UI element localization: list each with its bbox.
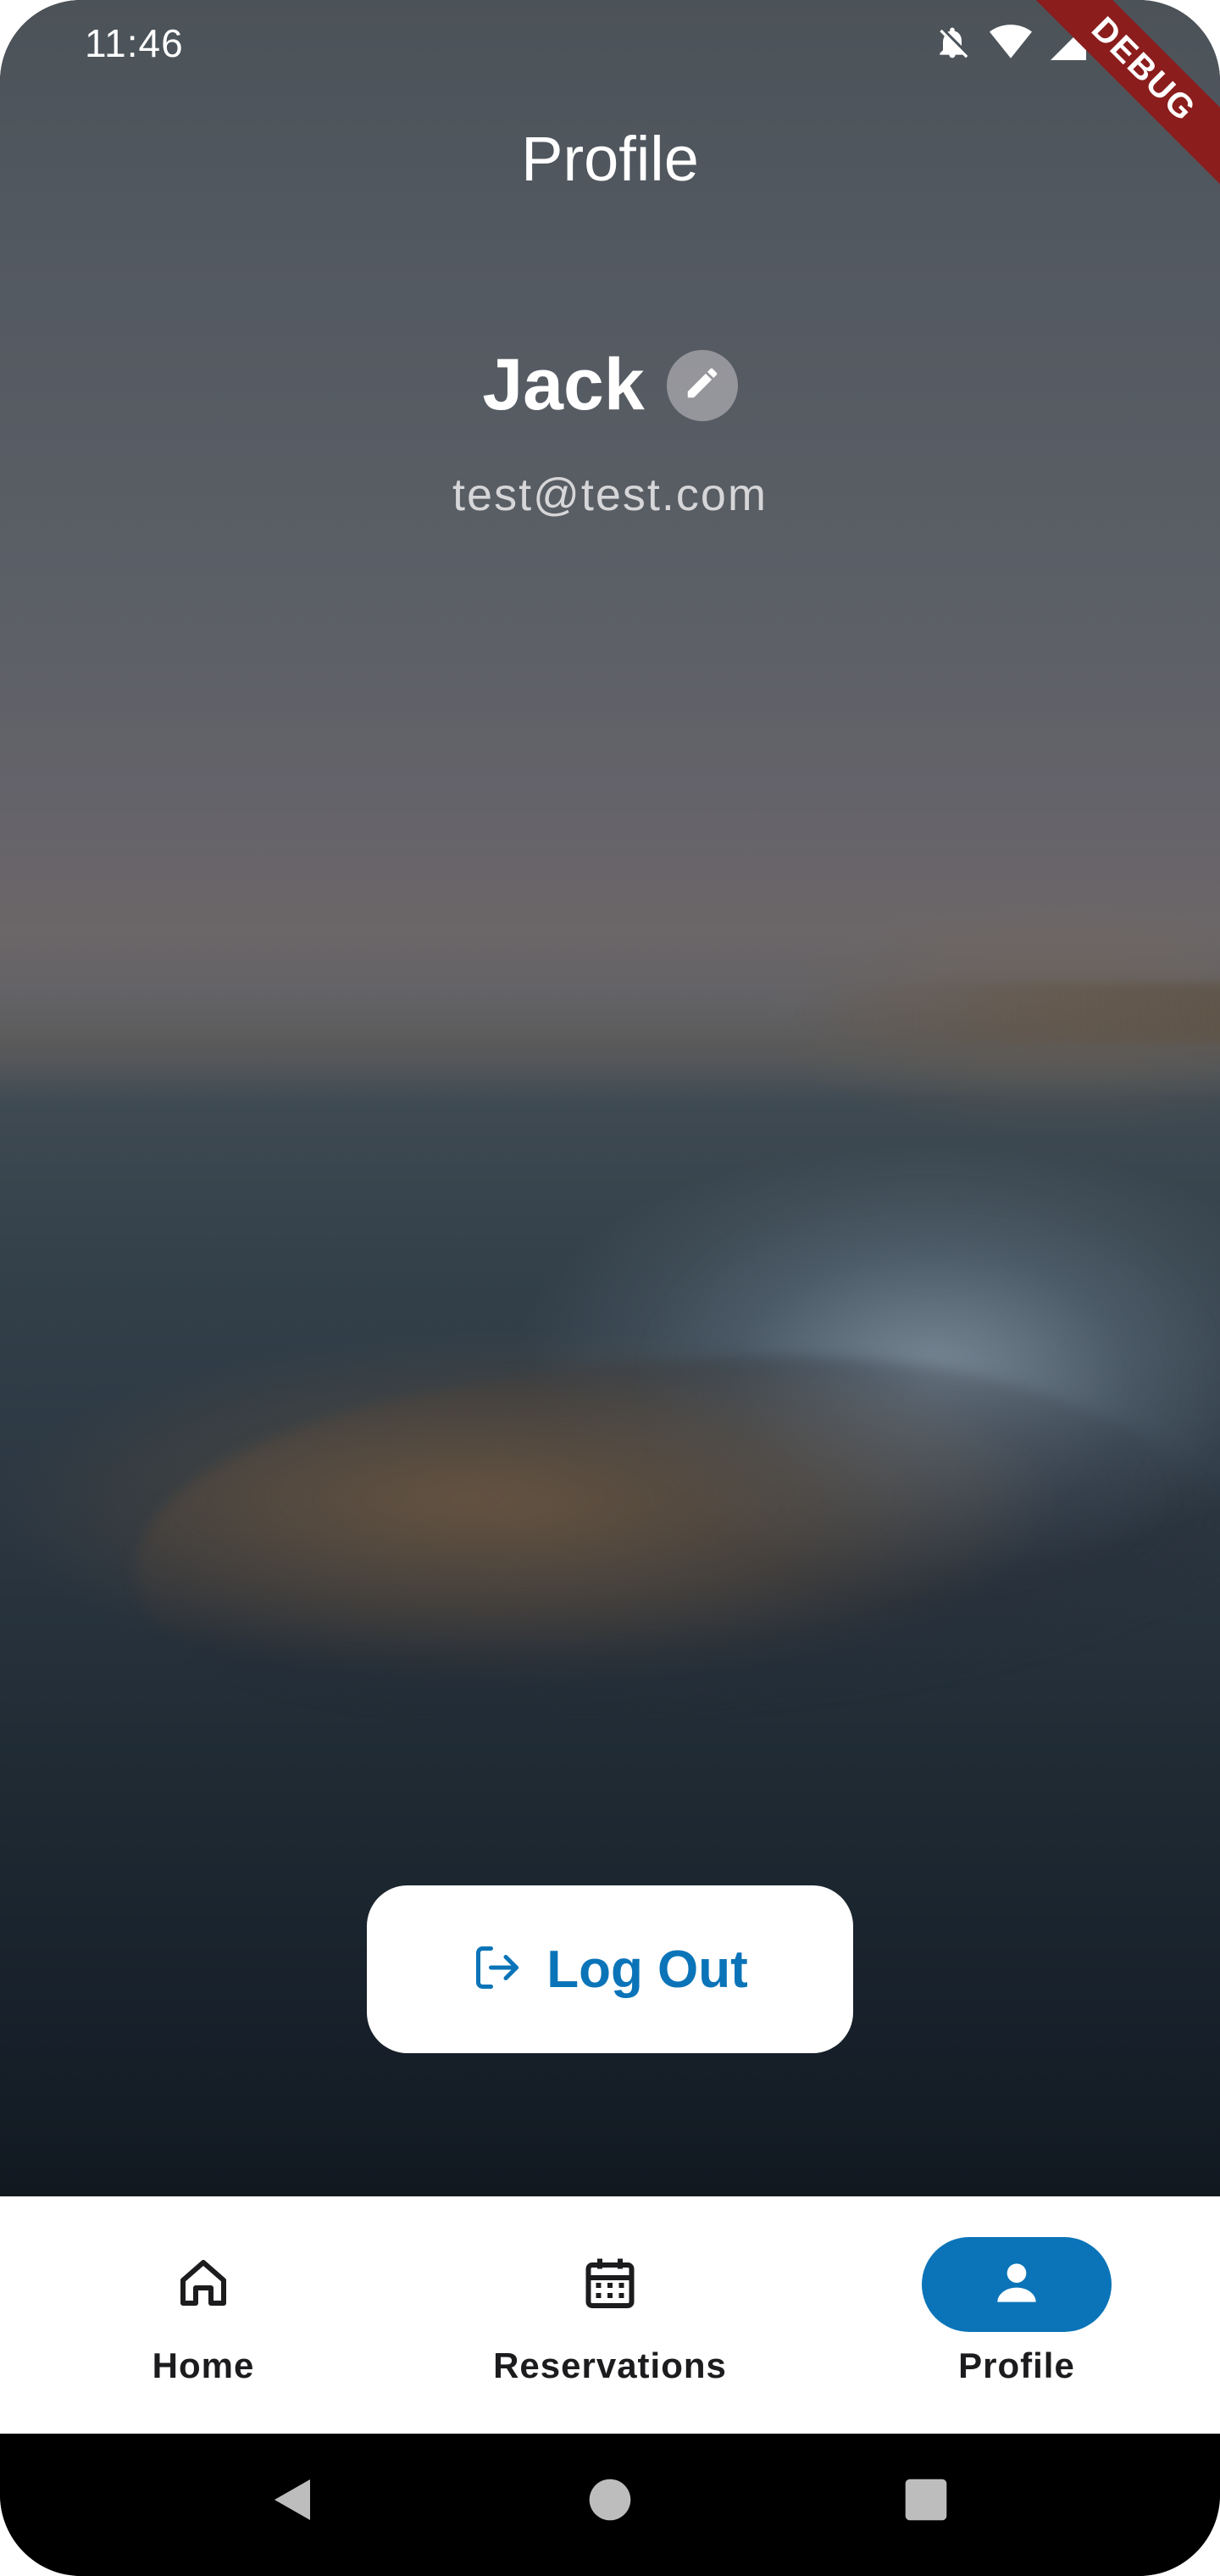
- person-icon: [988, 2254, 1045, 2316]
- nav-item-profile[interactable]: Profile: [813, 2196, 1220, 2434]
- nav-label-home: Home: [152, 2346, 255, 2385]
- profile-name-row: Jack: [0, 343, 1220, 427]
- distant-shore: [796, 983, 1220, 1042]
- nav-icon-container: [108, 2237, 298, 2332]
- home-circle-icon: [587, 2477, 633, 2527]
- back-icon: [267, 2474, 318, 2529]
- nav-label-reservations: Reservations: [493, 2346, 727, 2385]
- notifications-off-icon: [934, 24, 971, 61]
- system-navigation-bar: [0, 2434, 1220, 2576]
- edit-pencil-icon: [683, 364, 722, 407]
- nav-item-reservations[interactable]: Reservations: [407, 2196, 813, 2434]
- system-back-button[interactable]: [258, 2468, 326, 2535]
- logout-button[interactable]: Log Out: [367, 1885, 853, 2053]
- phone-screen: 11:46 DEBUG Profile Jack test@test.com L…: [0, 0, 1220, 2576]
- system-recents-button[interactable]: [892, 2468, 960, 2535]
- nav-icon-container-active: [922, 2237, 1112, 2332]
- logout-label: Log Out: [546, 1940, 748, 1999]
- edit-name-button[interactable]: [666, 349, 738, 421]
- background-photo: [0, 0, 1220, 2196]
- status-time: 11:46: [85, 21, 184, 65]
- nav-item-home[interactable]: Home: [0, 2196, 407, 2434]
- user-name: Jack: [482, 344, 645, 425]
- wifi-icon: [990, 24, 1032, 61]
- recents-icon: [903, 2477, 949, 2527]
- system-home-button[interactable]: [576, 2468, 644, 2535]
- status-bar: 11:46: [0, 0, 1220, 93]
- home-icon: [173, 2252, 234, 2318]
- page-title: Profile: [521, 124, 699, 194]
- nav-label-profile: Profile: [958, 2346, 1075, 2385]
- wave: [136, 1356, 1220, 1712]
- calendar-icon: [580, 2252, 640, 2318]
- logout-icon: [472, 1942, 523, 1997]
- bottom-navigation: Home Reservations Profile: [0, 2196, 1220, 2434]
- nav-icon-container: [515, 2237, 705, 2332]
- user-email: test@test.com: [452, 469, 768, 520]
